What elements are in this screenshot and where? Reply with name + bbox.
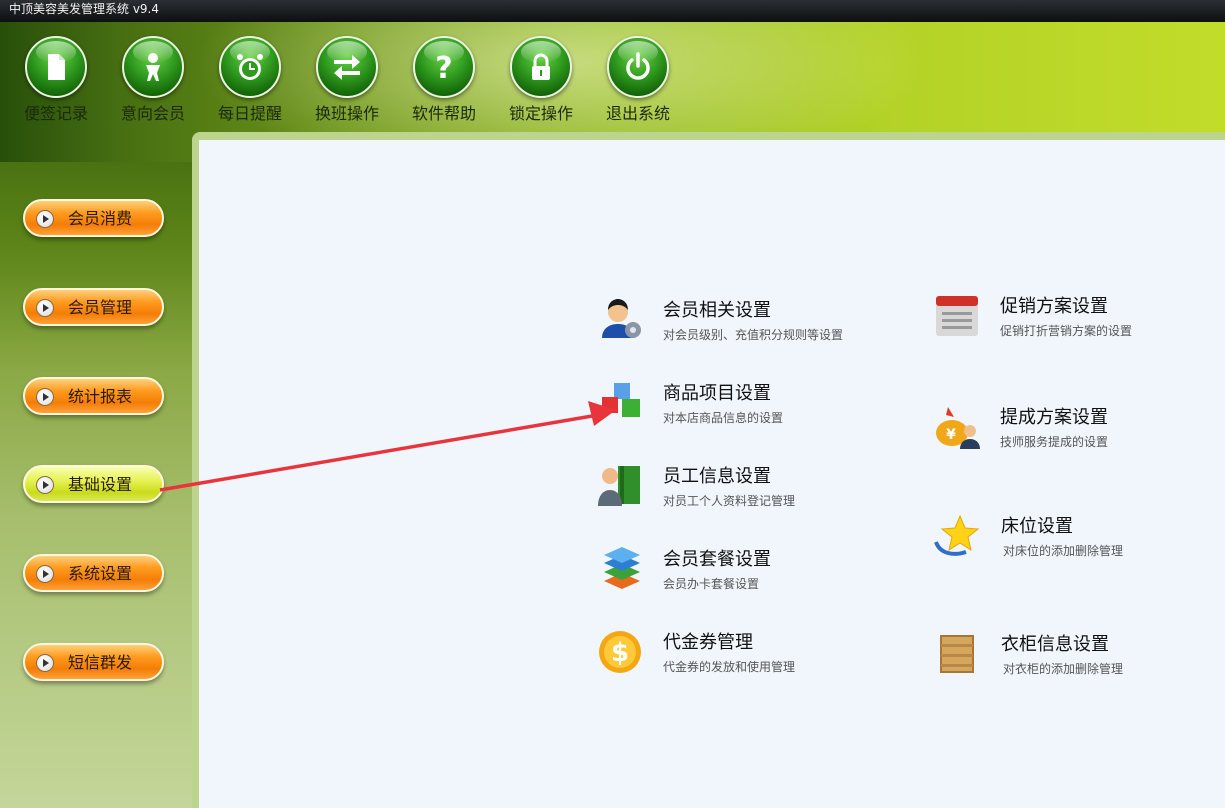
voucher-management-item[interactable]: $ 代金券管理 代金券的发放和使用管理	[598, 628, 858, 678]
sidebar-sms-broadcast-button[interactable]: 短信群发	[23, 643, 164, 681]
play-arrow-icon	[36, 388, 54, 406]
sidebar-basic-settings-button[interactable]: 基础设置	[23, 465, 164, 503]
star-icon	[934, 514, 980, 556]
commission-money-icon: ¥	[936, 407, 980, 449]
employee-book-icon	[598, 466, 640, 506]
wardrobe-box-icon	[940, 635, 974, 673]
window-title: 中顶美容美发管理系统 v9.4	[9, 2, 160, 16]
lock-icon	[510, 36, 572, 98]
sidebar-item-label: 短信群发	[68, 653, 133, 672]
toolbar-exit-button[interactable]: 退出系统	[598, 36, 678, 131]
toolbar-prospects-button[interactable]: 意向会员	[113, 36, 193, 131]
member-settings-icon	[602, 299, 641, 338]
calendar-icon	[936, 296, 978, 336]
item-title: 商品项目设置	[663, 383, 771, 404]
person-icon	[122, 36, 184, 98]
dollar-coin-icon: $	[599, 631, 641, 673]
promotion-settings-item[interactable]: 促销方案设置 促销打折营销方案的设置	[934, 292, 1194, 342]
item-description: 技师服务提成的设置	[1000, 435, 1109, 449]
toolbar-lock-button[interactable]: 锁定操作	[501, 36, 581, 131]
product-settings-item[interactable]: 商品项目设置 对本店商品信息的设置	[598, 379, 858, 429]
item-description: 会员办卡套餐设置	[663, 577, 760, 591]
toolbar-label: 锁定操作	[508, 104, 573, 123]
swap-arrows-icon	[316, 36, 378, 98]
item-description: 对本店商品信息的设置	[663, 411, 784, 425]
toolbar-label: 换班操作	[314, 104, 379, 123]
product-cubes-icon	[602, 383, 640, 417]
item-description: 对员工个人资料登记管理	[663, 494, 796, 508]
sidebar-item-label: 会员消费	[68, 209, 133, 228]
play-arrow-icon	[36, 210, 54, 228]
item-description: 代金券的发放和使用管理	[663, 660, 796, 674]
item-title: 衣柜信息设置	[1001, 634, 1109, 655]
sidebar-reports-button[interactable]: 统计报表	[23, 377, 164, 415]
svg-text:$: $	[611, 638, 629, 668]
question-icon: ?	[413, 36, 475, 98]
play-arrow-icon	[36, 565, 54, 583]
member-settings-item[interactable]: 会员相关设置 对会员级别、充值积分规则等设置	[598, 296, 858, 346]
toolbar-label: 意向会员	[120, 104, 185, 123]
toolbar-notes-button[interactable]: 便签记录	[16, 36, 96, 131]
sidebar-item-label: 会员管理	[68, 298, 133, 317]
package-settings-item[interactable]: 会员套餐设置 会员办卡套餐设置	[598, 545, 858, 595]
item-title: 促销方案设置	[1000, 296, 1108, 317]
play-arrow-icon	[36, 299, 54, 317]
svg-text:?: ?	[435, 51, 452, 83]
sidebar-item-label: 基础设置	[68, 475, 133, 494]
sidebar-system-settings-button[interactable]: 系统设置	[23, 554, 164, 592]
item-title: 会员相关设置	[663, 300, 771, 321]
commission-settings-item[interactable]: ¥ 提成方案设置 技师服务提成的设置	[934, 403, 1194, 453]
toolbar-help-button[interactable]: ? 软件帮助	[404, 36, 484, 131]
employee-settings-item[interactable]: 员工信息设置 对员工个人资料登记管理	[598, 462, 858, 512]
sidebar-item-label: 统计报表	[68, 387, 133, 406]
item-description: 对会员级别、充值积分规则等设置	[663, 328, 844, 342]
item-description: 对床位的添加删除管理	[1003, 544, 1124, 558]
document-icon	[25, 36, 87, 98]
toolbar-label: 软件帮助	[411, 104, 476, 123]
svg-text:¥: ¥	[946, 427, 956, 443]
item-title: 员工信息设置	[663, 466, 771, 487]
toolbar-label: 每日提醒	[217, 104, 282, 123]
item-description: 对衣柜的添加删除管理	[1003, 662, 1124, 676]
play-arrow-icon	[36, 476, 54, 494]
toolbar-shift-button[interactable]: 换班操作	[307, 36, 387, 131]
package-layers-icon	[604, 547, 640, 589]
play-arrow-icon	[36, 654, 54, 672]
power-icon	[607, 36, 669, 98]
item-title: 会员套餐设置	[663, 549, 771, 570]
item-title: 提成方案设置	[1000, 407, 1108, 428]
bed-settings-item[interactable]: 床位设置 对床位的添加删除管理	[934, 512, 1194, 562]
title-bar: 中顶美容美发管理系统 v9.4	[0, 0, 1225, 22]
toolbar-reminder-button[interactable]: 每日提醒	[210, 36, 290, 131]
item-title: 床位设置	[1001, 516, 1073, 537]
toolbar-label: 便签记录	[23, 104, 88, 123]
item-title: 代金券管理	[663, 632, 753, 653]
item-description: 促销打折营销方案的设置	[1000, 324, 1133, 338]
wardrobe-settings-item[interactable]: 衣柜信息设置 对衣柜的添加删除管理	[934, 630, 1194, 680]
sidebar-member-consumption-button[interactable]: 会员消费	[23, 199, 164, 237]
alarm-clock-icon	[219, 36, 281, 98]
sidebar-member-management-button[interactable]: 会员管理	[23, 288, 164, 326]
sidebar-item-label: 系统设置	[68, 564, 133, 583]
toolbar-label: 退出系统	[605, 104, 670, 123]
